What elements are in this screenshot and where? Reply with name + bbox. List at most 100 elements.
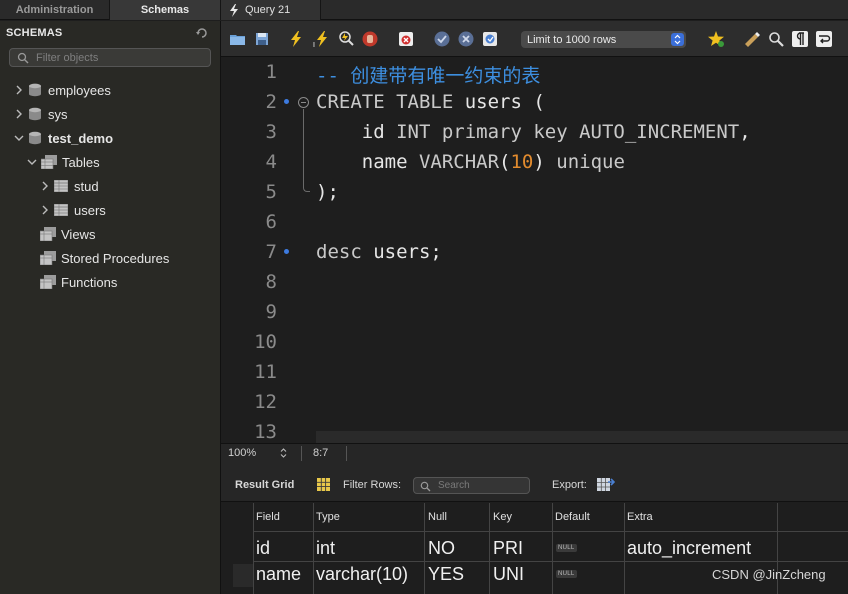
invisible-chars-icon[interactable] — [791, 30, 809, 48]
rollback-icon[interactable] — [457, 30, 475, 48]
table-cell[interactable]: id — [256, 538, 270, 559]
filter-rows-field[interactable] — [413, 477, 530, 494]
group-label: Functions — [61, 274, 118, 290]
group-stored-procedures[interactable]: Stored Procedures — [40, 247, 169, 269]
sql-editor[interactable]: 1 2 3 4 5 6 7 8 9 10 11 12 13 -- 创建带有唯一约… — [221, 57, 848, 443]
filter-objects-field[interactable] — [9, 48, 211, 67]
chevron-right-icon[interactable] — [14, 85, 24, 95]
save-icon[interactable] — [253, 30, 271, 48]
beautify-icon[interactable] — [743, 30, 761, 48]
row-selector[interactable] — [233, 564, 253, 587]
table-cell[interactable]: NO — [428, 538, 455, 559]
toggle-error-icon[interactable] — [397, 30, 415, 48]
views-group-icon — [40, 227, 56, 241]
code-keyword: unique — [556, 151, 625, 173]
line-number: 7 — [265, 241, 277, 263]
schema-item-sys[interactable]: sys — [14, 103, 68, 125]
code-keyword: VARCHAR — [418, 151, 500, 173]
filter-rows-input[interactable] — [438, 479, 526, 492]
find-icon[interactable] — [767, 30, 785, 48]
svg-text:I: I — [313, 42, 315, 48]
zoom-stepper-icon[interactable] — [279, 447, 288, 459]
table-cell[interactable]: UNI — [493, 564, 524, 585]
autocommit-icon[interactable] — [481, 30, 499, 48]
group-tables[interactable]: Tables — [27, 151, 100, 173]
table-cell[interactable]: name — [256, 564, 301, 585]
schemas-sidebar: SCHEMAS employees sys test_demo Tables s… — [0, 21, 221, 594]
limit-rows-select[interactable]: Limit to 1000 rows — [521, 31, 686, 48]
open-folder-icon[interactable] — [229, 30, 247, 48]
tab-query[interactable]: Query 21 — [221, 0, 321, 20]
table-cell[interactable]: int — [316, 538, 335, 559]
null-badge[interactable]: NULL — [556, 570, 577, 578]
code-keyword: desc — [316, 241, 362, 263]
null-badge[interactable]: NULL — [556, 544, 577, 552]
line-number: 3 — [265, 121, 277, 143]
group-label: Stored Procedures — [61, 250, 170, 266]
zoom-level[interactable]: 100% — [228, 447, 256, 459]
code-text: users; — [361, 241, 442, 263]
chevron-down-icon[interactable] — [27, 157, 37, 167]
line-number: 13 — [254, 421, 277, 443]
editor-status-bar: 100% 8:7 — [221, 443, 848, 462]
line-number: 11 — [254, 361, 277, 383]
grid-icon[interactable] — [317, 478, 330, 491]
fold-toggle-icon[interactable] — [298, 97, 309, 108]
column-header-type[interactable]: Type — [316, 511, 340, 523]
column-header-extra[interactable]: Extra — [627, 511, 653, 523]
schema-item-employees[interactable]: employees — [14, 79, 111, 101]
table-item-users[interactable]: users — [40, 199, 106, 221]
editor-horizontal-scrollbar[interactable] — [316, 431, 848, 443]
filter-rows-label: Filter Rows: — [343, 479, 402, 491]
table-cell[interactable]: YES — [428, 564, 464, 585]
code-line-close: ); — [316, 181, 339, 203]
column-header-key[interactable]: Key — [493, 511, 512, 523]
explain-icon[interactable] — [337, 30, 355, 48]
chevron-down-icon[interactable] — [14, 133, 24, 143]
result-grid-tab[interactable]: Result Grid — [235, 479, 294, 491]
database-icon — [29, 83, 41, 97]
table-cell[interactable]: PRI — [493, 538, 523, 559]
execute-current-icon[interactable]: I — [313, 30, 331, 48]
refresh-icon[interactable] — [196, 27, 208, 39]
wrap-icon[interactable] — [815, 30, 833, 48]
watermark-text: CSDN @JinZcheng — [712, 567, 826, 582]
code-number: 10 — [510, 151, 534, 173]
commit-icon[interactable] — [433, 30, 451, 48]
table-cell[interactable]: auto_increment — [627, 538, 751, 559]
line-number: 4 — [265, 151, 277, 173]
result-toolbar: Result Grid Filter Rows: Export: — [221, 462, 848, 502]
execute-icon[interactable] — [287, 30, 305, 48]
select-stepper-icon[interactable] — [671, 33, 684, 46]
functions-group-icon — [40, 275, 56, 289]
line-number: 8 — [265, 271, 277, 293]
table-item-stud[interactable]: stud — [40, 175, 99, 197]
filter-objects-input[interactable] — [36, 50, 206, 65]
grid-divider — [424, 503, 425, 594]
bookmark-icon[interactable] — [707, 30, 725, 48]
top-tab-strip: Administration Schemas Query 21 — [0, 0, 848, 20]
group-views[interactable]: Views — [40, 223, 95, 245]
code-line-name: name VARCHAR(10) unique — [316, 151, 625, 173]
tab-schemas[interactable]: Schemas — [110, 0, 221, 20]
chevron-right-icon[interactable] — [40, 181, 50, 191]
tab-administration[interactable]: Administration — [0, 0, 110, 20]
group-functions[interactable]: Functions — [40, 271, 117, 293]
chevron-right-icon[interactable] — [40, 205, 50, 215]
export-icon[interactable] — [597, 476, 615, 493]
column-header-field[interactable]: Field — [256, 511, 280, 523]
table-label: users — [74, 202, 106, 218]
chevron-right-icon[interactable] — [14, 109, 24, 119]
stop-icon[interactable] — [361, 30, 379, 48]
cursor-position: 8:7 — [313, 447, 329, 459]
status-separator — [301, 446, 302, 461]
statement-marker-icon — [284, 99, 289, 104]
column-header-null[interactable]: Null — [428, 511, 447, 523]
grid-divider — [552, 503, 553, 594]
schema-item-test-demo[interactable]: test_demo — [14, 127, 113, 149]
line-number: 9 — [265, 301, 277, 323]
column-header-default[interactable]: Default — [555, 511, 590, 523]
code-text: id — [316, 121, 397, 143]
group-label: Tables — [62, 154, 100, 170]
table-cell[interactable]: varchar(10) — [316, 564, 408, 585]
